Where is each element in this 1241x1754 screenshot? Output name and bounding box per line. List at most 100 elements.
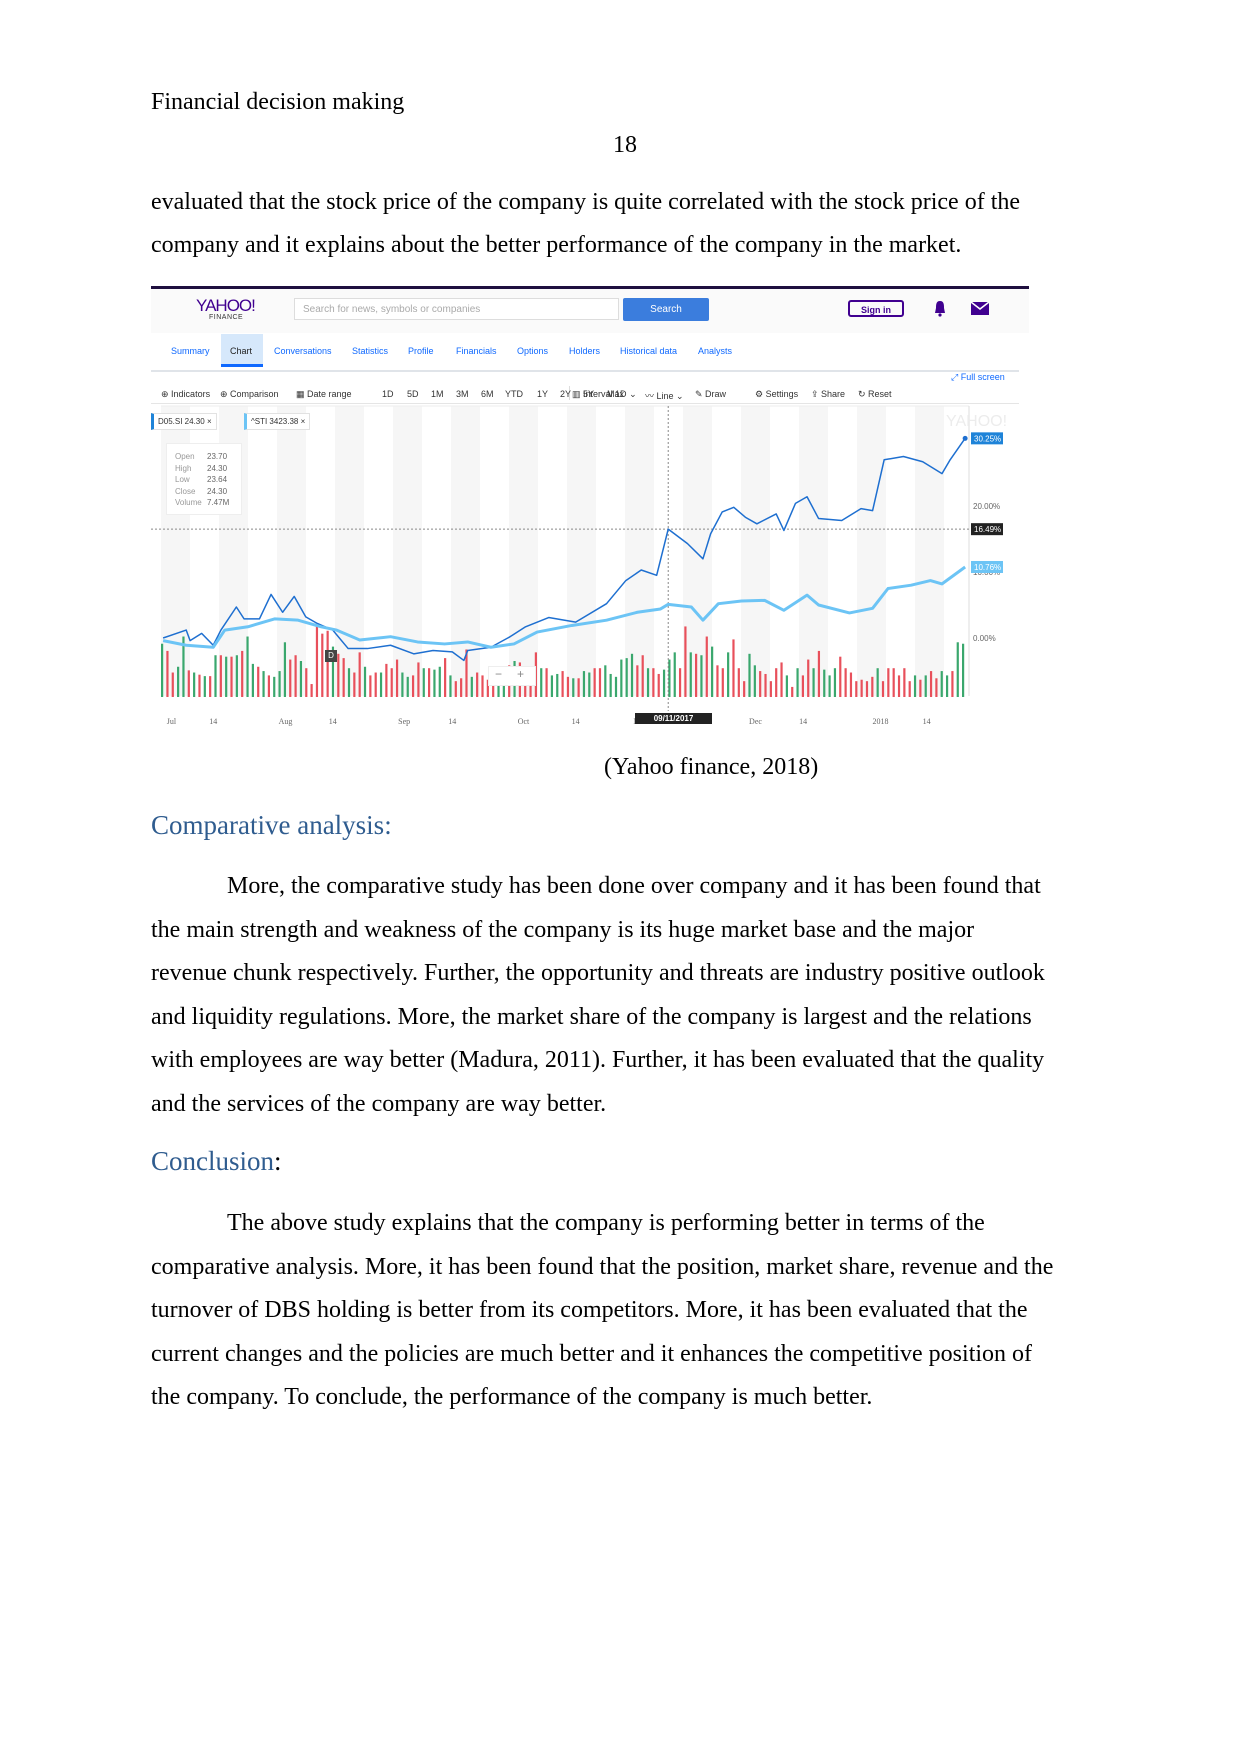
volume-bar bbox=[171, 672, 174, 697]
range-1m[interactable]: 1M bbox=[431, 389, 444, 399]
volume-bar bbox=[775, 668, 778, 697]
range-5d[interactable]: 5D bbox=[407, 389, 419, 399]
volume-bar bbox=[230, 656, 233, 697]
ohlc-value: 23.70 bbox=[207, 452, 228, 461]
volume-bar bbox=[203, 676, 206, 697]
volume-bar bbox=[956, 642, 959, 697]
close-icon[interactable]: × bbox=[207, 417, 212, 426]
price-chart[interactable]: 0.00%10.00%20.00%10.76%16.49%30.25%Jul14… bbox=[151, 286, 1029, 730]
volume-bar bbox=[235, 655, 238, 697]
volume-bar bbox=[929, 671, 933, 697]
volume-bar bbox=[641, 655, 644, 697]
ohlc-value: 23.64 bbox=[207, 475, 228, 484]
volume-bar bbox=[935, 678, 938, 697]
volume-bar bbox=[406, 676, 409, 697]
range-1y[interactable]: 1Y bbox=[537, 389, 548, 399]
range-6m[interactable]: 6M bbox=[481, 389, 494, 399]
volume-bar bbox=[385, 663, 388, 697]
volume-bar bbox=[326, 630, 329, 697]
volume-bar bbox=[924, 675, 927, 697]
volume-bar bbox=[801, 675, 804, 697]
range-1d[interactable]: 1D bbox=[382, 389, 394, 399]
volume-bar bbox=[796, 668, 799, 697]
volume-bar bbox=[209, 676, 212, 697]
dividend-marker[interactable]: D bbox=[325, 650, 337, 662]
body-line: comparative analysis. More, it has been … bbox=[151, 1253, 1054, 1280]
volume-bar bbox=[903, 668, 906, 697]
volume-bar bbox=[662, 669, 666, 697]
body-line: The above study explains that the compan… bbox=[227, 1210, 985, 1236]
volume-bar bbox=[753, 665, 756, 697]
volume-bar bbox=[620, 659, 623, 697]
ohlc-tooltip: Open 23.70 High 24.30 Low 23.64 Close 24.30 Volu… bbox=[166, 443, 242, 515]
sti-value-badge: 10.76% bbox=[974, 563, 1001, 572]
document-page: Financial decision making 18 evaluated t… bbox=[0, 0, 1241, 1754]
legend-chip-dbs[interactable]: D05.SI 24.30 × bbox=[151, 413, 217, 430]
range-5y[interactable]: 5Y bbox=[583, 389, 594, 399]
volume-bar bbox=[374, 672, 377, 697]
background-band bbox=[741, 406, 770, 696]
volume-bar bbox=[881, 681, 885, 697]
range-max[interactable]: Max bbox=[607, 389, 624, 399]
volume-bar bbox=[315, 626, 319, 697]
x-tick-label: 14 bbox=[923, 717, 931, 726]
volume-bar bbox=[598, 668, 602, 697]
volume-bar bbox=[737, 668, 740, 697]
volume-bar bbox=[214, 655, 217, 697]
volume-bar bbox=[732, 639, 735, 697]
volume-bar bbox=[305, 668, 308, 697]
zoom-out-button[interactable]: − bbox=[495, 667, 502, 681]
x-tick-label: 14 bbox=[329, 717, 337, 726]
volume-bar bbox=[390, 668, 393, 697]
body-line: turnover of DBS holding is better from i… bbox=[151, 1297, 1028, 1324]
volume-bar bbox=[556, 673, 559, 697]
volume-bar bbox=[353, 672, 356, 697]
volume-bar bbox=[823, 669, 826, 697]
ohlc-label: Open bbox=[175, 452, 195, 461]
background-band bbox=[857, 406, 886, 696]
ohlc-label: Close bbox=[175, 486, 196, 496]
range-3m[interactable]: 3M bbox=[456, 389, 469, 399]
range-2y[interactable]: 2Y bbox=[560, 389, 571, 399]
yahoo-watermark: YAHOO! bbox=[946, 413, 1007, 430]
volume-bar bbox=[892, 668, 895, 697]
legend-chip-sti[interactable]: ^STI 3423.38 × bbox=[244, 413, 311, 430]
volume-bar bbox=[545, 668, 548, 697]
body-line: company and it explains about the better… bbox=[151, 232, 962, 258]
series-end-dot bbox=[962, 435, 968, 441]
section-heading: Comparative analysis: bbox=[151, 810, 392, 840]
volume-bar bbox=[743, 681, 746, 697]
volume-bar bbox=[962, 643, 965, 697]
volume-bar bbox=[449, 675, 452, 697]
volume-bar bbox=[657, 673, 660, 697]
volume-bar bbox=[807, 659, 810, 697]
volume-bar bbox=[241, 650, 244, 697]
volume-bar bbox=[625, 658, 628, 697]
close-icon[interactable]: × bbox=[301, 417, 306, 426]
volume-bar bbox=[219, 655, 222, 697]
body-line: and liquidity regulations. More, the mar… bbox=[151, 1003, 1032, 1030]
volume-bar bbox=[785, 675, 788, 697]
heading-colon: : bbox=[274, 1146, 282, 1176]
volume-bar bbox=[593, 668, 596, 697]
body-line: and the services of the company are way … bbox=[151, 1091, 607, 1117]
volume-bar bbox=[604, 665, 607, 697]
volume-bar bbox=[919, 679, 922, 697]
volume-bar bbox=[817, 650, 821, 697]
volume-bar bbox=[839, 656, 842, 697]
body-line: the company. To conclude, the performanc… bbox=[151, 1384, 873, 1411]
ohlc-value: 7.47M bbox=[207, 498, 230, 507]
volume-bar bbox=[363, 666, 367, 697]
volume-bar bbox=[401, 672, 404, 697]
chip-label: ^STI 3423.38 bbox=[251, 417, 299, 426]
volume-bar bbox=[630, 653, 634, 697]
zoom-in-button[interactable]: + bbox=[517, 667, 524, 681]
body-line: the main strength and weakness of the co… bbox=[151, 916, 975, 943]
volume-bar bbox=[614, 676, 618, 697]
volume-bar bbox=[428, 668, 431, 697]
volume-bar bbox=[166, 650, 169, 697]
background-band bbox=[799, 406, 828, 696]
volume-bar bbox=[588, 672, 591, 697]
range-ytd[interactable]: YTD bbox=[505, 389, 523, 399]
volume-bar bbox=[828, 675, 831, 697]
